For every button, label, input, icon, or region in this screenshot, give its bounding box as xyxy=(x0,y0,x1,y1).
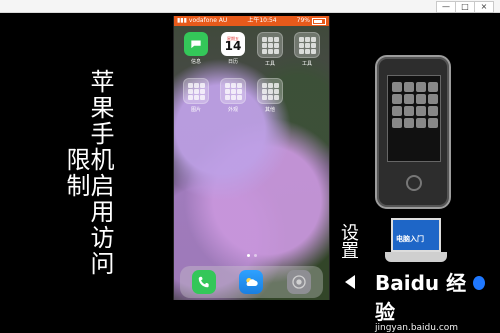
battery-percent: 79% xyxy=(296,17,310,24)
folder-mini-grid xyxy=(261,82,279,100)
app-label: 工具 xyxy=(264,61,275,67)
settings-app[interactable] xyxy=(287,270,312,294)
watermark-brand: Baidu 经验 xyxy=(375,271,467,324)
iphone-illustration-icons xyxy=(392,82,438,128)
status-bar: ▮▮▮ vodafone AU 上午10:54 79% xyxy=(174,16,329,26)
page-indicator xyxy=(174,254,329,260)
app-folder-tools-1[interactable]: 工具 xyxy=(256,32,284,70)
home-apps: 信息 星期五 14 日历 工具 工具 图片 外观 其他 xyxy=(174,30,329,120)
message-icon xyxy=(184,32,208,56)
folder-icon xyxy=(257,32,283,58)
minimize-button[interactable]: — xyxy=(436,1,456,13)
folder-mini-grid xyxy=(224,82,242,100)
baidu-watermark: Baidu 经验 jingyan.baidu.com xyxy=(375,267,485,333)
close-button[interactable]: × xyxy=(474,1,494,13)
app-label: 其他 xyxy=(264,107,275,113)
app-label: 外观 xyxy=(227,107,238,113)
folder-mini-grid xyxy=(298,36,316,54)
status-right: 79% xyxy=(297,16,326,26)
previous-arrow-icon[interactable] xyxy=(345,275,355,289)
window-titlebar: — □ × xyxy=(0,0,500,13)
laptop-illustration: 电脑入门 xyxy=(385,218,447,266)
watermark-url: jingyan.baidu.com xyxy=(375,323,459,333)
paw-icon xyxy=(472,276,485,290)
weather-app[interactable] xyxy=(239,270,264,294)
status-left: ▮▮▮ vodafone AU xyxy=(177,16,227,26)
page-dot xyxy=(253,254,257,257)
window-controls: — □ × xyxy=(436,1,494,13)
carrier-text: vodafone AU xyxy=(188,17,228,24)
app-label: 信息 xyxy=(190,59,201,65)
app-calendar[interactable]: 星期五 14 日历 xyxy=(219,32,247,70)
folder-icon xyxy=(294,32,320,58)
laptop-screen: 电脑入门 xyxy=(391,218,441,252)
page-dot xyxy=(246,254,250,257)
dock xyxy=(180,266,323,298)
iphone-screenshot: ▮▮▮ vodafone AU 上午10:54 79% 信息 星期五 14 日历… xyxy=(173,16,330,300)
home-button-icon xyxy=(406,175,422,191)
app-label: 工具 xyxy=(301,61,312,67)
calendar-date: 14 xyxy=(224,39,242,53)
laptop-base xyxy=(385,252,447,262)
app-folder-appearance[interactable]: 外观 xyxy=(219,78,247,116)
maximize-button[interactable]: □ xyxy=(455,1,475,13)
calendar-icon: 星期五 14 xyxy=(221,32,245,56)
app-folder-tools-2[interactable]: 工具 xyxy=(293,32,321,70)
time-text: 上午10:54 xyxy=(247,17,277,24)
folder-icon xyxy=(183,78,209,104)
folder-icon xyxy=(220,78,246,104)
watermark-logo: Baidu 经验 xyxy=(375,267,485,325)
folder-mini-grid xyxy=(187,82,205,100)
app-label: 图片 xyxy=(190,107,201,113)
app-folder-other[interactable]: 其他 xyxy=(256,78,284,116)
battery-icon xyxy=(312,17,326,25)
tutorial-title: 苹果手机启用访问限制 xyxy=(62,69,114,277)
app-label: 日历 xyxy=(227,59,238,65)
settings-label: 设置 xyxy=(338,223,359,259)
folder-icon xyxy=(257,78,283,104)
signal-icon: ▮▮▮ xyxy=(177,17,187,24)
phone-app[interactable] xyxy=(191,270,216,294)
viewer-stage: 苹果手机启用访问限制 ▮▮▮ vodafone AU 上午10:54 79% 信… xyxy=(0,13,500,333)
folder-mini-grid xyxy=(261,36,279,54)
app-messages[interactable]: 信息 xyxy=(182,32,210,70)
iphone-illustration xyxy=(375,55,451,209)
app-folder-photos[interactable]: 图片 xyxy=(182,78,210,116)
iphone-illustration-screen xyxy=(387,75,441,162)
laptop-screen-text: 电脑入门 xyxy=(396,235,424,243)
